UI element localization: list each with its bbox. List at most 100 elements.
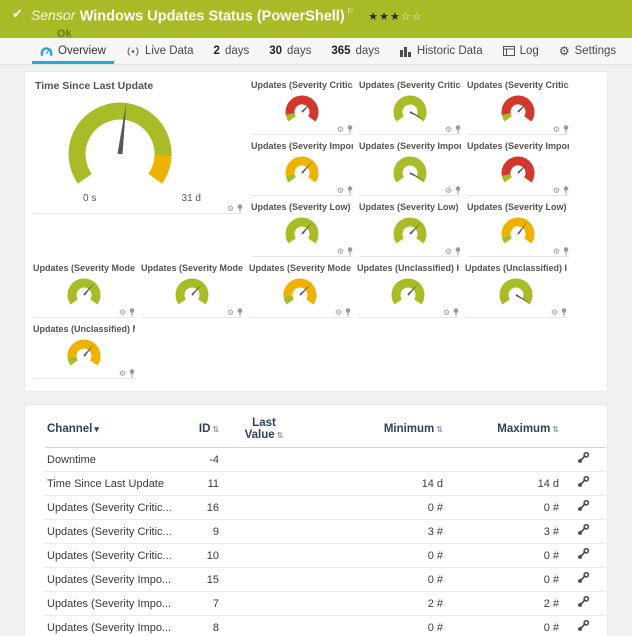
gear-icon[interactable]: ⚙ xyxy=(445,248,452,256)
wrench-icon[interactable] xyxy=(577,620,589,632)
tab-365-days[interactable]: 365days xyxy=(321,38,389,64)
wrench-icon[interactable] xyxy=(577,596,589,608)
gauge-chart xyxy=(52,336,116,369)
star-icon[interactable]: ★ xyxy=(390,11,401,23)
pin-icon[interactable] xyxy=(455,125,461,134)
gauge-chart xyxy=(376,275,440,308)
gauge-title: Updates (Severity Low) Install... xyxy=(359,202,461,214)
priority-stars[interactable]: ★★★☆☆ xyxy=(368,11,422,23)
gauge-grid-right: Updates (Severity Critical) Hi...⚙Update… xyxy=(249,78,573,261)
gauge-title: Updates (Severity Moderate) I... xyxy=(141,263,243,275)
gear-icon[interactable]: ⚙ xyxy=(119,370,126,378)
gear-icon[interactable]: ⚙ xyxy=(119,309,126,317)
tab-overview[interactable]: Overview xyxy=(30,38,116,64)
gear-icon[interactable]: ⚙ xyxy=(227,205,234,213)
gauge-tile: Updates (Unclassified) Hidden⚙ xyxy=(355,261,463,318)
pin-icon[interactable] xyxy=(129,308,135,317)
pin-icon[interactable] xyxy=(129,369,135,378)
tab-2-days[interactable]: 2days xyxy=(204,38,260,64)
table-row: Time Since Last Update1114 d14 d xyxy=(45,472,605,496)
pin-icon[interactable] xyxy=(237,308,243,317)
cell-last-value xyxy=(233,448,295,472)
star-icon[interactable]: ☆ xyxy=(401,11,412,23)
cell-edit xyxy=(561,520,605,544)
pin-icon[interactable] xyxy=(453,308,459,317)
gear-icon[interactable]: ⚙ xyxy=(445,187,452,195)
wrench-icon[interactable] xyxy=(577,476,589,488)
column-header-last-value[interactable]: LastValue⇅ xyxy=(233,413,295,448)
pin-icon[interactable] xyxy=(347,247,353,256)
pin-icon[interactable] xyxy=(347,186,353,195)
gauge-chart xyxy=(52,275,116,308)
wrench-icon[interactable] xyxy=(577,500,589,512)
gear-icon[interactable]: ⚙ xyxy=(551,309,558,317)
column-header-id[interactable]: ID⇅ xyxy=(185,413,233,448)
star-icon[interactable]: ★ xyxy=(379,11,390,23)
gauge-tile: Updates (Severity Important) ...⚙ xyxy=(465,139,573,196)
cell-edit xyxy=(561,496,605,520)
pin-icon[interactable] xyxy=(455,186,461,195)
table-row: Downtime-4 xyxy=(45,448,605,472)
star-icon[interactable]: ☆ xyxy=(412,11,423,23)
wrench-icon[interactable] xyxy=(577,524,589,536)
tab-30-days[interactable]: 30days xyxy=(259,38,321,64)
gauge-title: Time Since Last Update xyxy=(35,80,243,94)
gauge-chart xyxy=(160,275,224,308)
table-row: Updates (Severity Critic...100 #0 # xyxy=(45,544,605,568)
wrench-icon[interactable] xyxy=(577,572,589,584)
gauge-min-label: 0 s xyxy=(83,193,96,204)
gauge-title: Updates (Severity Critical) Ins... xyxy=(359,80,461,92)
title-line: Sensor Windows Updates Status (PowerShel… xyxy=(31,4,423,25)
tab-log[interactable]: Log xyxy=(493,38,549,64)
gauge-chart xyxy=(270,153,334,186)
cell-channel: Updates (Severity Impo... xyxy=(45,568,185,592)
cell-channel: Updates (Severity Impo... xyxy=(45,616,185,636)
pin-icon[interactable] xyxy=(455,247,461,256)
pin-icon[interactable] xyxy=(347,125,353,134)
gear-icon[interactable]: ⚙ xyxy=(445,126,452,134)
gear-icon[interactable]: ⚙ xyxy=(553,187,560,195)
cell-channel: Downtime xyxy=(45,448,185,472)
pin-icon[interactable] xyxy=(563,186,569,195)
pin-icon[interactable] xyxy=(237,204,243,213)
overview-content: Time Since Last Update 0 s 31 d ⚙ Update… xyxy=(0,72,632,636)
column-header-minimum[interactable]: Minimum⇅ xyxy=(295,413,445,448)
cell-id: 16 xyxy=(185,496,233,520)
gear-icon[interactable]: ⚙ xyxy=(337,248,344,256)
log-icon xyxy=(503,46,515,56)
sort-icon: ⇅ xyxy=(212,425,219,434)
gauge-chart xyxy=(484,275,548,308)
cell-channel: Updates (Severity Impo... xyxy=(45,592,185,616)
cell-maximum: 0 # xyxy=(445,616,561,636)
column-header-maximum[interactable]: Maximum⇅ xyxy=(445,413,561,448)
cell-minimum: 2 # xyxy=(295,592,445,616)
gauge-tile: Updates (Severity Moderate) ...⚙ xyxy=(247,261,355,318)
gear-icon[interactable]: ⚙ xyxy=(337,187,344,195)
column-header-channel[interactable]: Channel▾ xyxy=(45,413,185,448)
wrench-icon[interactable] xyxy=(577,548,589,560)
gear-icon[interactable]: ⚙ xyxy=(227,309,234,317)
pin-icon[interactable] xyxy=(561,308,567,317)
gear-icon[interactable]: ⚙ xyxy=(553,248,560,256)
flag-icon: ⚐ xyxy=(347,7,354,16)
live-icon xyxy=(126,46,140,57)
pin-icon[interactable] xyxy=(563,125,569,134)
pin-icon[interactable] xyxy=(563,247,569,256)
tab-historic-data[interactable]: Historic Data xyxy=(390,38,493,64)
gauge-tile: Updates (Unclassified) Install...⚙ xyxy=(463,261,571,318)
gear-icon[interactable]: ⚙ xyxy=(443,309,450,317)
cell-channel: Time Since Last Update xyxy=(45,472,185,496)
gear-icon[interactable]: ⚙ xyxy=(337,126,344,134)
tab-live-data[interactable]: Live Data xyxy=(116,38,204,64)
pin-icon[interactable] xyxy=(345,308,351,317)
gauge-tile: Updates (Severity Critical) Mi...⚙ xyxy=(465,78,573,135)
star-icon[interactable]: ★ xyxy=(368,11,379,23)
cell-id: 10 xyxy=(185,544,233,568)
wrench-icon[interactable] xyxy=(577,452,589,464)
gear-icon[interactable]: ⚙ xyxy=(335,309,342,317)
gauge-tile: Updates (Severity Critical) Hi...⚙ xyxy=(249,78,357,135)
gear-icon[interactable]: ⚙ xyxy=(553,126,560,134)
tab-settings[interactable]: ⚙Settings xyxy=(549,38,626,64)
cell-id: 9 xyxy=(185,520,233,544)
gauge-chart xyxy=(378,214,442,247)
